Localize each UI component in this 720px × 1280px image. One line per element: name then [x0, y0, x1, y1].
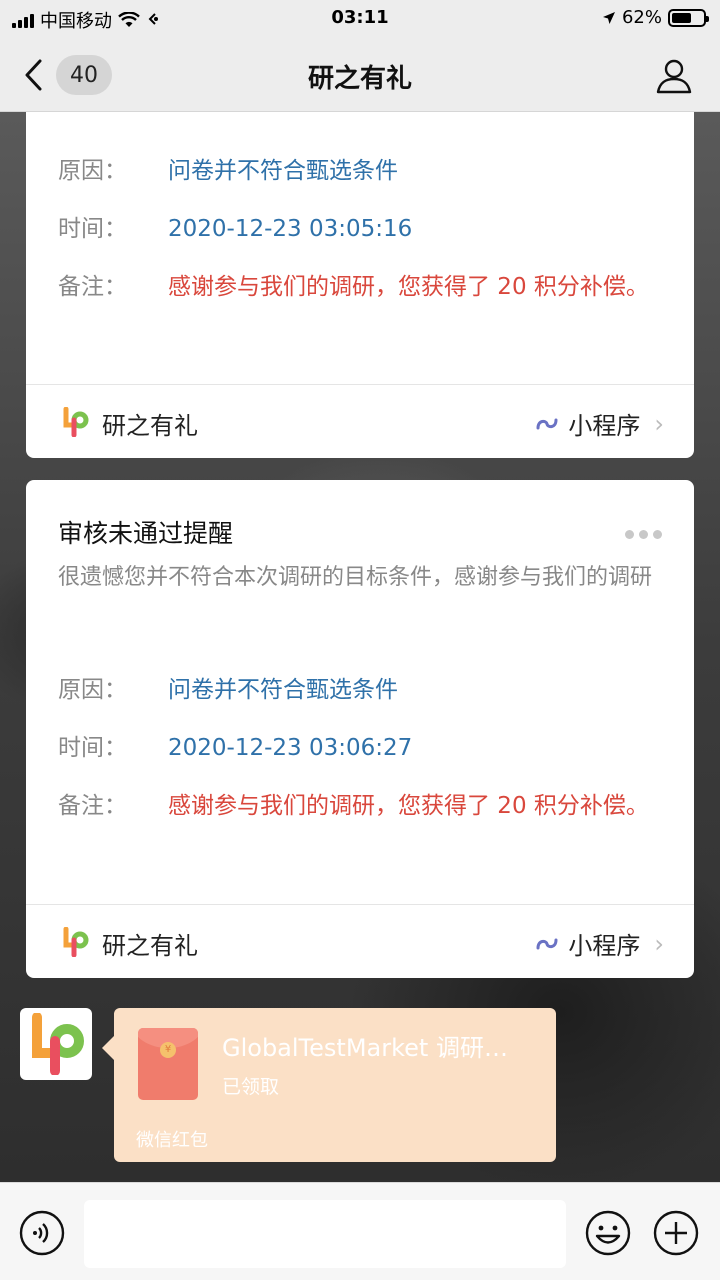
card-subtitle: 很遗憾您并不符合本次调研的目标条件，感谢参与我们的调研: [58, 565, 653, 590]
chat-title: 研之有礼: [307, 64, 412, 94]
note-value: 感谢参与我们的调研，您获得了 20 积分补偿。: [168, 793, 649, 819]
time-value: 2020-12-23 03:05:16: [168, 216, 413, 242]
red-packet-status: 已领取: [222, 1076, 280, 1098]
reason-row: 原因： 问卷并不符合甄选条件: [58, 155, 668, 187]
card-title: 审核未通过提醒: [58, 519, 234, 548]
time-label: 时间：: [58, 735, 127, 761]
chevron-right-icon: ›: [654, 929, 664, 958]
plus-icon[interactable]: [652, 1209, 700, 1257]
voice-icon[interactable]: [18, 1209, 66, 1257]
mini-program-icon: [536, 938, 558, 949]
mini-program-footer[interactable]: 研之有礼 小程序 ›: [26, 384, 694, 458]
mini-program-text: 小程序: [568, 412, 641, 440]
nav-bar: 40 研之有礼: [0, 38, 720, 112]
mini-program-text: 小程序: [568, 932, 641, 960]
chat-area[interactable]: 原因： 问卷并不符合甄选条件 时间： 2020-12-23 03:05:16 备…: [0, 112, 720, 1182]
app-name: 研之有礼: [102, 412, 198, 440]
battery-icon: [668, 8, 709, 27]
mini-program-label: 小程序 ›: [534, 926, 664, 961]
note-row: 备注： 感谢参与我们的调研，您获得了 20 积分补偿。: [58, 790, 668, 822]
reason-value: 问卷并不符合甄选条件: [168, 158, 398, 184]
user-icon[interactable]: [654, 56, 694, 96]
time-row: 时间： 2020-12-23 03:05:16: [58, 213, 668, 245]
mini-program-footer[interactable]: 研之有礼 小程序 ›: [26, 904, 694, 978]
red-packet-message[interactable]: ¥ GlobalTestMarket 调研… 已领取 微信红包: [102, 1008, 556, 1162]
rejection-card[interactable]: 审核未通过提醒 很遗憾您并不符合本次调研的目标条件，感谢参与我们的调研 原因： …: [26, 480, 694, 978]
input-bar: [0, 1182, 720, 1280]
status-bar: 中国移动 03:11 62%: [0, 0, 720, 38]
status-right: 62%: [602, 7, 709, 28]
time-value: 2020-12-23 03:06:27: [168, 735, 413, 761]
app-name: 研之有礼: [102, 932, 198, 960]
app-logo-icon: [63, 407, 89, 437]
reason-row: 原因： 问卷并不符合甄选条件: [58, 674, 668, 706]
red-packet-title: GlobalTestMarket 调研…: [222, 1034, 508, 1062]
battery-percent: 62%: [621, 7, 662, 28]
note-label: 备注：: [58, 793, 127, 819]
app-logo-icon: [32, 1013, 84, 1075]
note-row: 备注： 感谢参与我们的调研，您获得了 20 积分补偿。: [58, 271, 668, 303]
reason-label: 原因：: [58, 158, 127, 184]
reason-value: 问卷并不符合甄选条件: [168, 677, 398, 703]
sender-avatar[interactable]: [20, 1008, 92, 1080]
notice-card[interactable]: 原因： 问卷并不符合甄选条件 时间： 2020-12-23 03:05:16 备…: [26, 112, 694, 458]
chevron-right-icon: ›: [654, 409, 664, 438]
red-packet-label: 微信红包: [136, 1130, 208, 1151]
time-label: 时间：: [58, 216, 127, 242]
note-value: 感谢参与我们的调研，您获得了 20 积分补偿。: [168, 274, 649, 300]
app-logo-icon: [63, 927, 89, 957]
more-icon[interactable]: [625, 530, 662, 539]
reason-label: 原因：: [58, 677, 127, 703]
emoji-icon[interactable]: [584, 1209, 632, 1257]
mini-program-label: 小程序 ›: [534, 406, 664, 441]
mini-program-icon: [536, 418, 558, 429]
note-label: 备注：: [58, 274, 127, 300]
time-row: 时间： 2020-12-23 03:06:27: [58, 732, 668, 764]
red-packet-icon: ¥: [138, 1028, 198, 1100]
message-input[interactable]: [84, 1200, 566, 1268]
location-icon: [602, 11, 615, 24]
